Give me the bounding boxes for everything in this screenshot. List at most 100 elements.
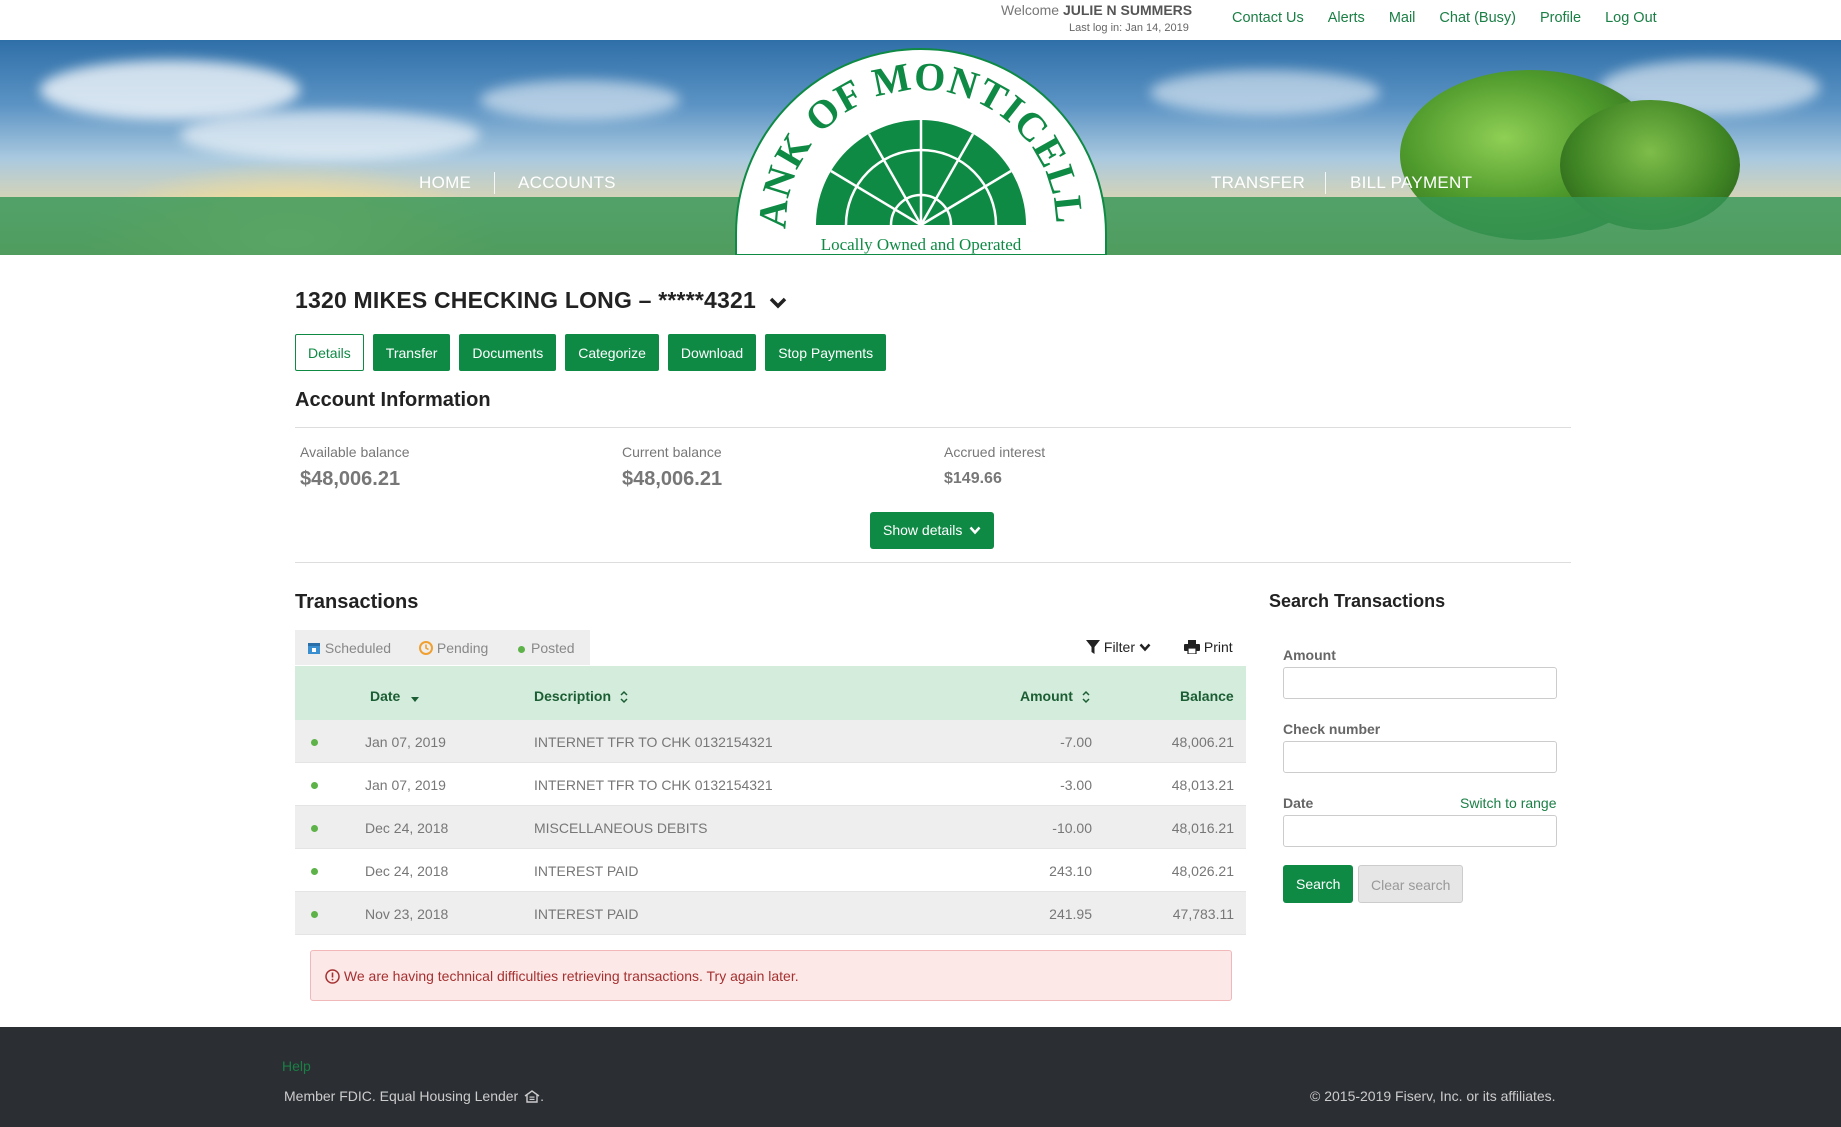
account-info-heading: Account Information	[295, 389, 491, 411]
table-row[interactable]: Dec 24, 2018 MISCELLANEOUS DEBITS -10.00…	[295, 806, 1246, 849]
chevron-down-icon	[1139, 643, 1151, 652]
status-scheduled[interactable]: Scheduled	[307, 640, 391, 656]
sort-icon	[1082, 690, 1090, 704]
clear-search-button[interactable]: Clear search	[1358, 865, 1464, 903]
row-balance: 48,016.21	[1171, 820, 1234, 836]
nav-accounts[interactable]: ACCOUNTS	[518, 173, 616, 193]
alert-circle-icon	[325, 969, 340, 984]
chevron-down-icon[interactable]	[769, 288, 787, 315]
column-date-label: Date	[370, 688, 401, 704]
help-link[interactable]: Help	[282, 1058, 311, 1074]
print-button[interactable]: Print	[1184, 639, 1233, 655]
nav-divider	[1325, 172, 1326, 194]
row-description: MISCELLANEOUS DEBITS	[534, 820, 708, 836]
row-description: INTERNET TFR TO CHK 0132154321	[534, 734, 773, 750]
row-amount: 241.95	[1049, 906, 1092, 922]
utility-links: Contact Us Alerts Mail Chat (Busy) Profi…	[1232, 10, 1681, 26]
logout-link[interactable]: Log Out	[1605, 10, 1657, 26]
table-row[interactable]: Nov 23, 2018 INTEREST PAID 241.95 47,783…	[295, 892, 1246, 935]
row-date: Jan 07, 2019	[365, 777, 446, 793]
filter-button[interactable]: Filter	[1086, 639, 1151, 655]
row-balance: 48,006.21	[1171, 734, 1234, 750]
date-input[interactable]	[1283, 815, 1557, 847]
amount-input[interactable]	[1283, 667, 1557, 699]
mail-link[interactable]: Mail	[1389, 10, 1416, 26]
column-date[interactable]: Date	[370, 688, 420, 704]
welcome-message: Welcome JULIE N SUMMERS	[1001, 2, 1192, 18]
welcome-prefix: Welcome	[1001, 2, 1060, 18]
status-scheduled-label: Scheduled	[324, 640, 392, 656]
check-number-input[interactable]	[1283, 741, 1557, 773]
nav-bill-payment[interactable]: BILL PAYMENT	[1350, 173, 1472, 193]
contact-us-link[interactable]: Contact Us	[1232, 10, 1304, 26]
column-balance: Balance	[1180, 688, 1234, 704]
nav-home[interactable]: HOME	[419, 173, 471, 193]
column-description[interactable]: Description	[534, 688, 629, 704]
search-button[interactable]: Search	[1283, 865, 1354, 903]
status-posted-label: Posted	[531, 640, 575, 656]
divider	[295, 427, 1571, 428]
status-pending[interactable]: Pending	[419, 640, 488, 656]
error-message: We are having technical difficulties ret…	[325, 968, 799, 984]
row-balance: 47,783.11	[1172, 906, 1234, 922]
footer	[0, 1027, 1841, 1127]
clock-icon	[419, 641, 433, 655]
profile-link[interactable]: Profile	[1540, 10, 1581, 26]
available-balance-value: $48,006.21	[300, 468, 401, 490]
posted-dot-icon	[311, 782, 318, 789]
account-title-text: 1320 MIKES CHECKING LONG – *****4321	[295, 287, 756, 313]
copyright: © 2015-2019 Fiserv, Inc. or its affiliat…	[1310, 1088, 1556, 1104]
row-description: INTERNET TFR TO CHK 0132154321	[534, 777, 773, 793]
tab-transfer[interactable]: Transfer	[372, 334, 451, 371]
tab-categorize[interactable]: Categorize	[565, 334, 659, 371]
chat-link[interactable]: Chat (Busy)	[1439, 10, 1516, 26]
sort-icon	[620, 690, 628, 704]
chevron-down-icon	[969, 526, 981, 535]
sort-desc-icon	[411, 697, 420, 702]
row-description: INTEREST PAID	[534, 863, 639, 879]
filter-label: Filter	[1103, 639, 1136, 655]
row-balance: 48,013.21	[1171, 777, 1234, 793]
amount-label: Amount	[1283, 647, 1336, 663]
alerts-link[interactable]: Alerts	[1328, 10, 1365, 26]
posted-dot-icon	[311, 739, 318, 746]
table-row[interactable]: Dec 24, 2018 INTEREST PAID 243.10 48,026…	[295, 849, 1246, 892]
switch-to-range-link[interactable]: Switch to range	[1460, 795, 1557, 811]
posted-dot-icon	[518, 645, 525, 653]
row-amount: -10.00	[1052, 820, 1092, 836]
row-date: Dec 24, 2018	[365, 863, 449, 879]
nav-transfer[interactable]: TRANSFER	[1211, 173, 1305, 193]
tab-download[interactable]: Download	[667, 334, 757, 371]
status-posted[interactable]: Posted	[518, 640, 575, 656]
current-balance-label: Current balance	[622, 444, 722, 460]
accrued-interest-label: Accrued interest	[944, 444, 1046, 460]
nav-divider	[494, 172, 495, 194]
show-details-button[interactable]: Show details	[870, 512, 995, 549]
accrued-interest-value: $149.66	[944, 470, 1002, 487]
tab-details[interactable]: Details	[295, 334, 364, 371]
top-utility-bar: Welcome JULIE N SUMMERS Last log in: Jan…	[0, 0, 1841, 40]
tab-documents[interactable]: Documents	[459, 334, 557, 371]
row-amount: -7.00	[1060, 734, 1092, 750]
filter-icon	[1086, 640, 1100, 654]
tab-stop-payments[interactable]: Stop Payments	[765, 334, 887, 371]
error-text: We are having technical difficulties ret…	[343, 968, 799, 984]
row-balance: 48,026.21	[1171, 863, 1234, 879]
status-pending-label: Pending	[436, 640, 489, 656]
posted-dot-icon	[311, 825, 318, 832]
posted-dot-icon	[311, 911, 318, 918]
row-date: Dec 24, 2018	[365, 820, 449, 836]
calendar-icon	[308, 643, 320, 654]
divider	[295, 562, 1571, 563]
row-amount: -3.00	[1060, 777, 1092, 793]
column-amount[interactable]: Amount	[1020, 688, 1091, 704]
row-date: Jan 07, 2019	[365, 734, 446, 750]
cloud	[480, 80, 680, 120]
bank-logo[interactable]: BANK OF MONTICELLO Locally Owned and Ope…	[734, 47, 1108, 255]
account-title[interactable]: 1320 MIKES CHECKING LONG – *****4321	[295, 287, 787, 315]
table-row[interactable]: Jan 07, 2019 INTERNET TFR TO CHK 0132154…	[295, 763, 1246, 806]
table-row[interactable]: Jan 07, 2019 INTERNET TFR TO CHK 0132154…	[295, 720, 1246, 763]
current-balance-value: $48,006.21	[622, 468, 723, 490]
user-name: JULIE N SUMMERS	[1062, 2, 1193, 18]
column-amount-label: Amount	[1020, 688, 1073, 704]
